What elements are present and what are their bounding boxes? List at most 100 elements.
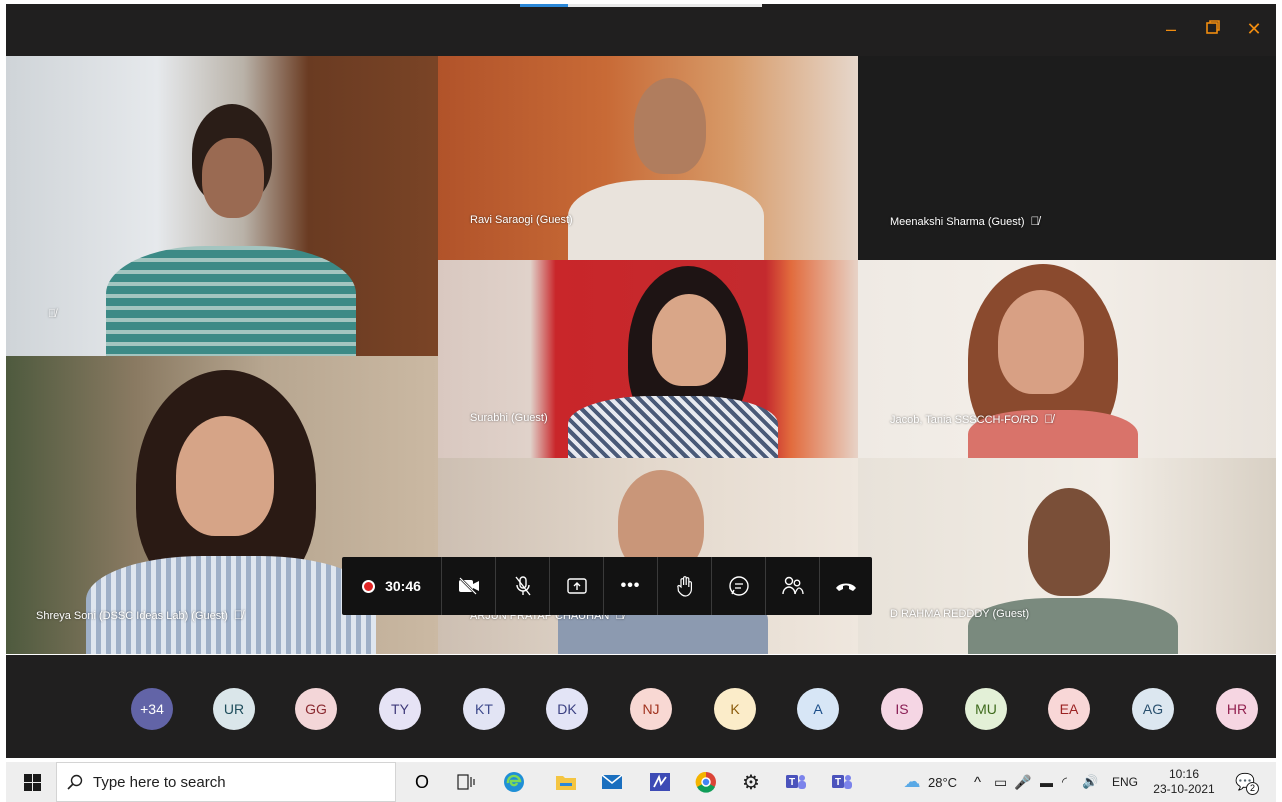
mic-off-icon: 🎙̸ xyxy=(1044,412,1054,426)
raise-hand-button[interactable] xyxy=(658,557,712,615)
svg-text:T: T xyxy=(789,777,795,788)
volume-icon[interactable]: 🔊 xyxy=(1082,762,1098,802)
svg-text:T: T xyxy=(835,777,841,788)
teams-meeting-window: – ✕ 🎙̸ Ravi Saraogi (Guest) Meenakshi Sh… xyxy=(0,0,1282,802)
mic-off-icon xyxy=(514,576,531,596)
participant-shirt xyxy=(568,396,778,458)
share-screen-icon xyxy=(566,578,587,594)
taskbar-search[interactable]: Type here to search xyxy=(56,762,396,802)
avatar[interactable]: TY xyxy=(379,688,421,730)
show-hidden-icons-icon[interactable]: ^ xyxy=(974,762,981,802)
mic-off-icon: 🎙̸ xyxy=(1030,214,1040,228)
weather-icon[interactable]: ☁ xyxy=(898,762,926,802)
avatar[interactable]: K xyxy=(714,688,756,730)
participant-shirt xyxy=(968,598,1178,654)
clock-date: 23-10-2021 xyxy=(1153,782,1215,796)
clock[interactable]: 10:16 23-10-2021 xyxy=(1153,762,1215,802)
teams-icon[interactable]: T xyxy=(828,762,856,802)
close-icon[interactable]: ✕ xyxy=(1243,18,1265,40)
search-icon xyxy=(67,774,83,790)
participant-shirt xyxy=(106,246,356,356)
camera-toggle-button[interactable] xyxy=(442,557,496,615)
more-participants-avatar[interactable]: +34 xyxy=(131,688,173,730)
participant-face xyxy=(634,78,706,174)
wifi-icon[interactable]: ◜ xyxy=(1062,762,1067,802)
video-tile-3[interactable]: Meenakshi Sharma (Guest) 🎙̸ xyxy=(858,56,1276,260)
chrome-icon[interactable] xyxy=(692,762,720,802)
participant-name: Ravi Saraogi (Guest) xyxy=(470,214,573,226)
avatar[interactable]: KT xyxy=(463,688,505,730)
raise-hand-icon xyxy=(676,576,692,597)
chat-icon xyxy=(728,576,749,596)
search-placeholder: Type here to search xyxy=(93,773,226,791)
participant-face xyxy=(202,138,264,218)
avatar[interactable]: UR xyxy=(213,688,255,730)
avatar[interactable]: GG xyxy=(295,688,337,730)
avatar[interactable]: NJ xyxy=(630,688,672,730)
whiteboard-icon[interactable] xyxy=(646,762,674,802)
hang-up-icon xyxy=(836,583,856,591)
start-button[interactable] xyxy=(14,762,50,802)
video-tile-1[interactable]: 🎙̸ xyxy=(6,56,438,356)
avatar[interactable]: MU xyxy=(965,688,1007,730)
avatar[interactable]: A xyxy=(797,688,839,730)
more-actions-button[interactable]: ••• xyxy=(604,557,658,615)
file-explorer-icon[interactable] xyxy=(552,762,580,802)
clock-time: 10:16 xyxy=(1168,767,1200,781)
meet-now-icon[interactable]: ▭ xyxy=(994,762,1007,802)
call-controls: 30:46 ••• xyxy=(342,557,872,615)
video-tile-2[interactable]: Ravi Saraogi (Guest) xyxy=(438,56,858,260)
call-timer: 30:46 xyxy=(385,578,421,594)
camera-off-icon xyxy=(458,577,479,595)
video-tile-7[interactable]: ARJUN PRATAP CHAUHAN 🎙̸ xyxy=(438,458,858,654)
microphone-icon[interactable]: 🎤 xyxy=(1014,762,1031,802)
avatar[interactable]: EA xyxy=(1048,688,1090,730)
windows-icon xyxy=(23,773,41,791)
avatar[interactable]: IS xyxy=(881,688,923,730)
restore-icon[interactable] xyxy=(1202,18,1224,40)
title-tab-accent xyxy=(520,4,568,7)
people-icon xyxy=(781,576,804,595)
participant-face xyxy=(176,416,274,536)
edge-icon[interactable] xyxy=(500,762,528,802)
participant-face xyxy=(998,290,1084,394)
participant-face xyxy=(652,294,726,386)
battery-icon[interactable]: ▬ xyxy=(1040,762,1053,802)
teams-icon[interactable]: T xyxy=(782,762,810,802)
participant-name: D RAHMA REDDDY (Guest) xyxy=(890,608,1030,620)
language-indicator[interactable]: ENG xyxy=(1112,762,1138,802)
notification-count: 2 xyxy=(1246,782,1259,795)
mic-toggle-button[interactable] xyxy=(496,557,550,615)
chat-button[interactable] xyxy=(712,557,766,615)
mic-off-icon: 🎙̸ xyxy=(48,308,57,320)
task-view-icon[interactable] xyxy=(452,762,480,802)
hang-up-button[interactable] xyxy=(820,557,872,615)
participants-button[interactable] xyxy=(766,557,820,615)
minimize-icon[interactable]: – xyxy=(1160,18,1182,40)
participant-name: Shreya Soni (DSSC Ideas Lab) (Guest) 🎙̸ xyxy=(36,608,243,622)
title-bar xyxy=(6,4,1276,56)
participant-name: Surabhi (Guest) xyxy=(470,412,548,424)
mail-icon[interactable] xyxy=(598,762,626,802)
participant-shirt xyxy=(568,180,764,260)
weather-temperature[interactable]: 28°C xyxy=(928,762,957,802)
cortana-icon[interactable]: O xyxy=(408,762,436,802)
video-tile-4[interactable]: Surabhi (Guest) xyxy=(438,260,858,458)
action-center-button[interactable]: 💬 2 xyxy=(1230,762,1260,802)
more-icon: ••• xyxy=(620,577,641,594)
avatar[interactable]: AG xyxy=(1132,688,1174,730)
title-tab-bar xyxy=(568,4,762,7)
share-screen-button[interactable] xyxy=(550,557,604,615)
video-tile-8[interactable]: D RAHMA REDDDY (Guest) xyxy=(858,458,1276,654)
participant-name: Meenakshi Sharma (Guest) 🎙̸ xyxy=(890,214,1040,228)
participant-shirt xyxy=(86,556,376,654)
recording-timer: 30:46 xyxy=(342,557,442,615)
mic-off-icon: 🎙̸ xyxy=(233,608,243,622)
record-indicator-icon xyxy=(362,579,376,593)
avatar[interactable]: HR xyxy=(1216,688,1258,730)
avatar[interactable]: DK xyxy=(546,688,588,730)
video-tile-5[interactable]: Jacob, Tania SSSCCH-FO/RD 🎙̸ xyxy=(858,260,1276,458)
settings-icon[interactable]: ⚙ xyxy=(737,762,765,802)
participant-name: Jacob, Tania SSSCCH-FO/RD 🎙̸ xyxy=(890,412,1054,426)
participant-face xyxy=(1028,488,1110,596)
